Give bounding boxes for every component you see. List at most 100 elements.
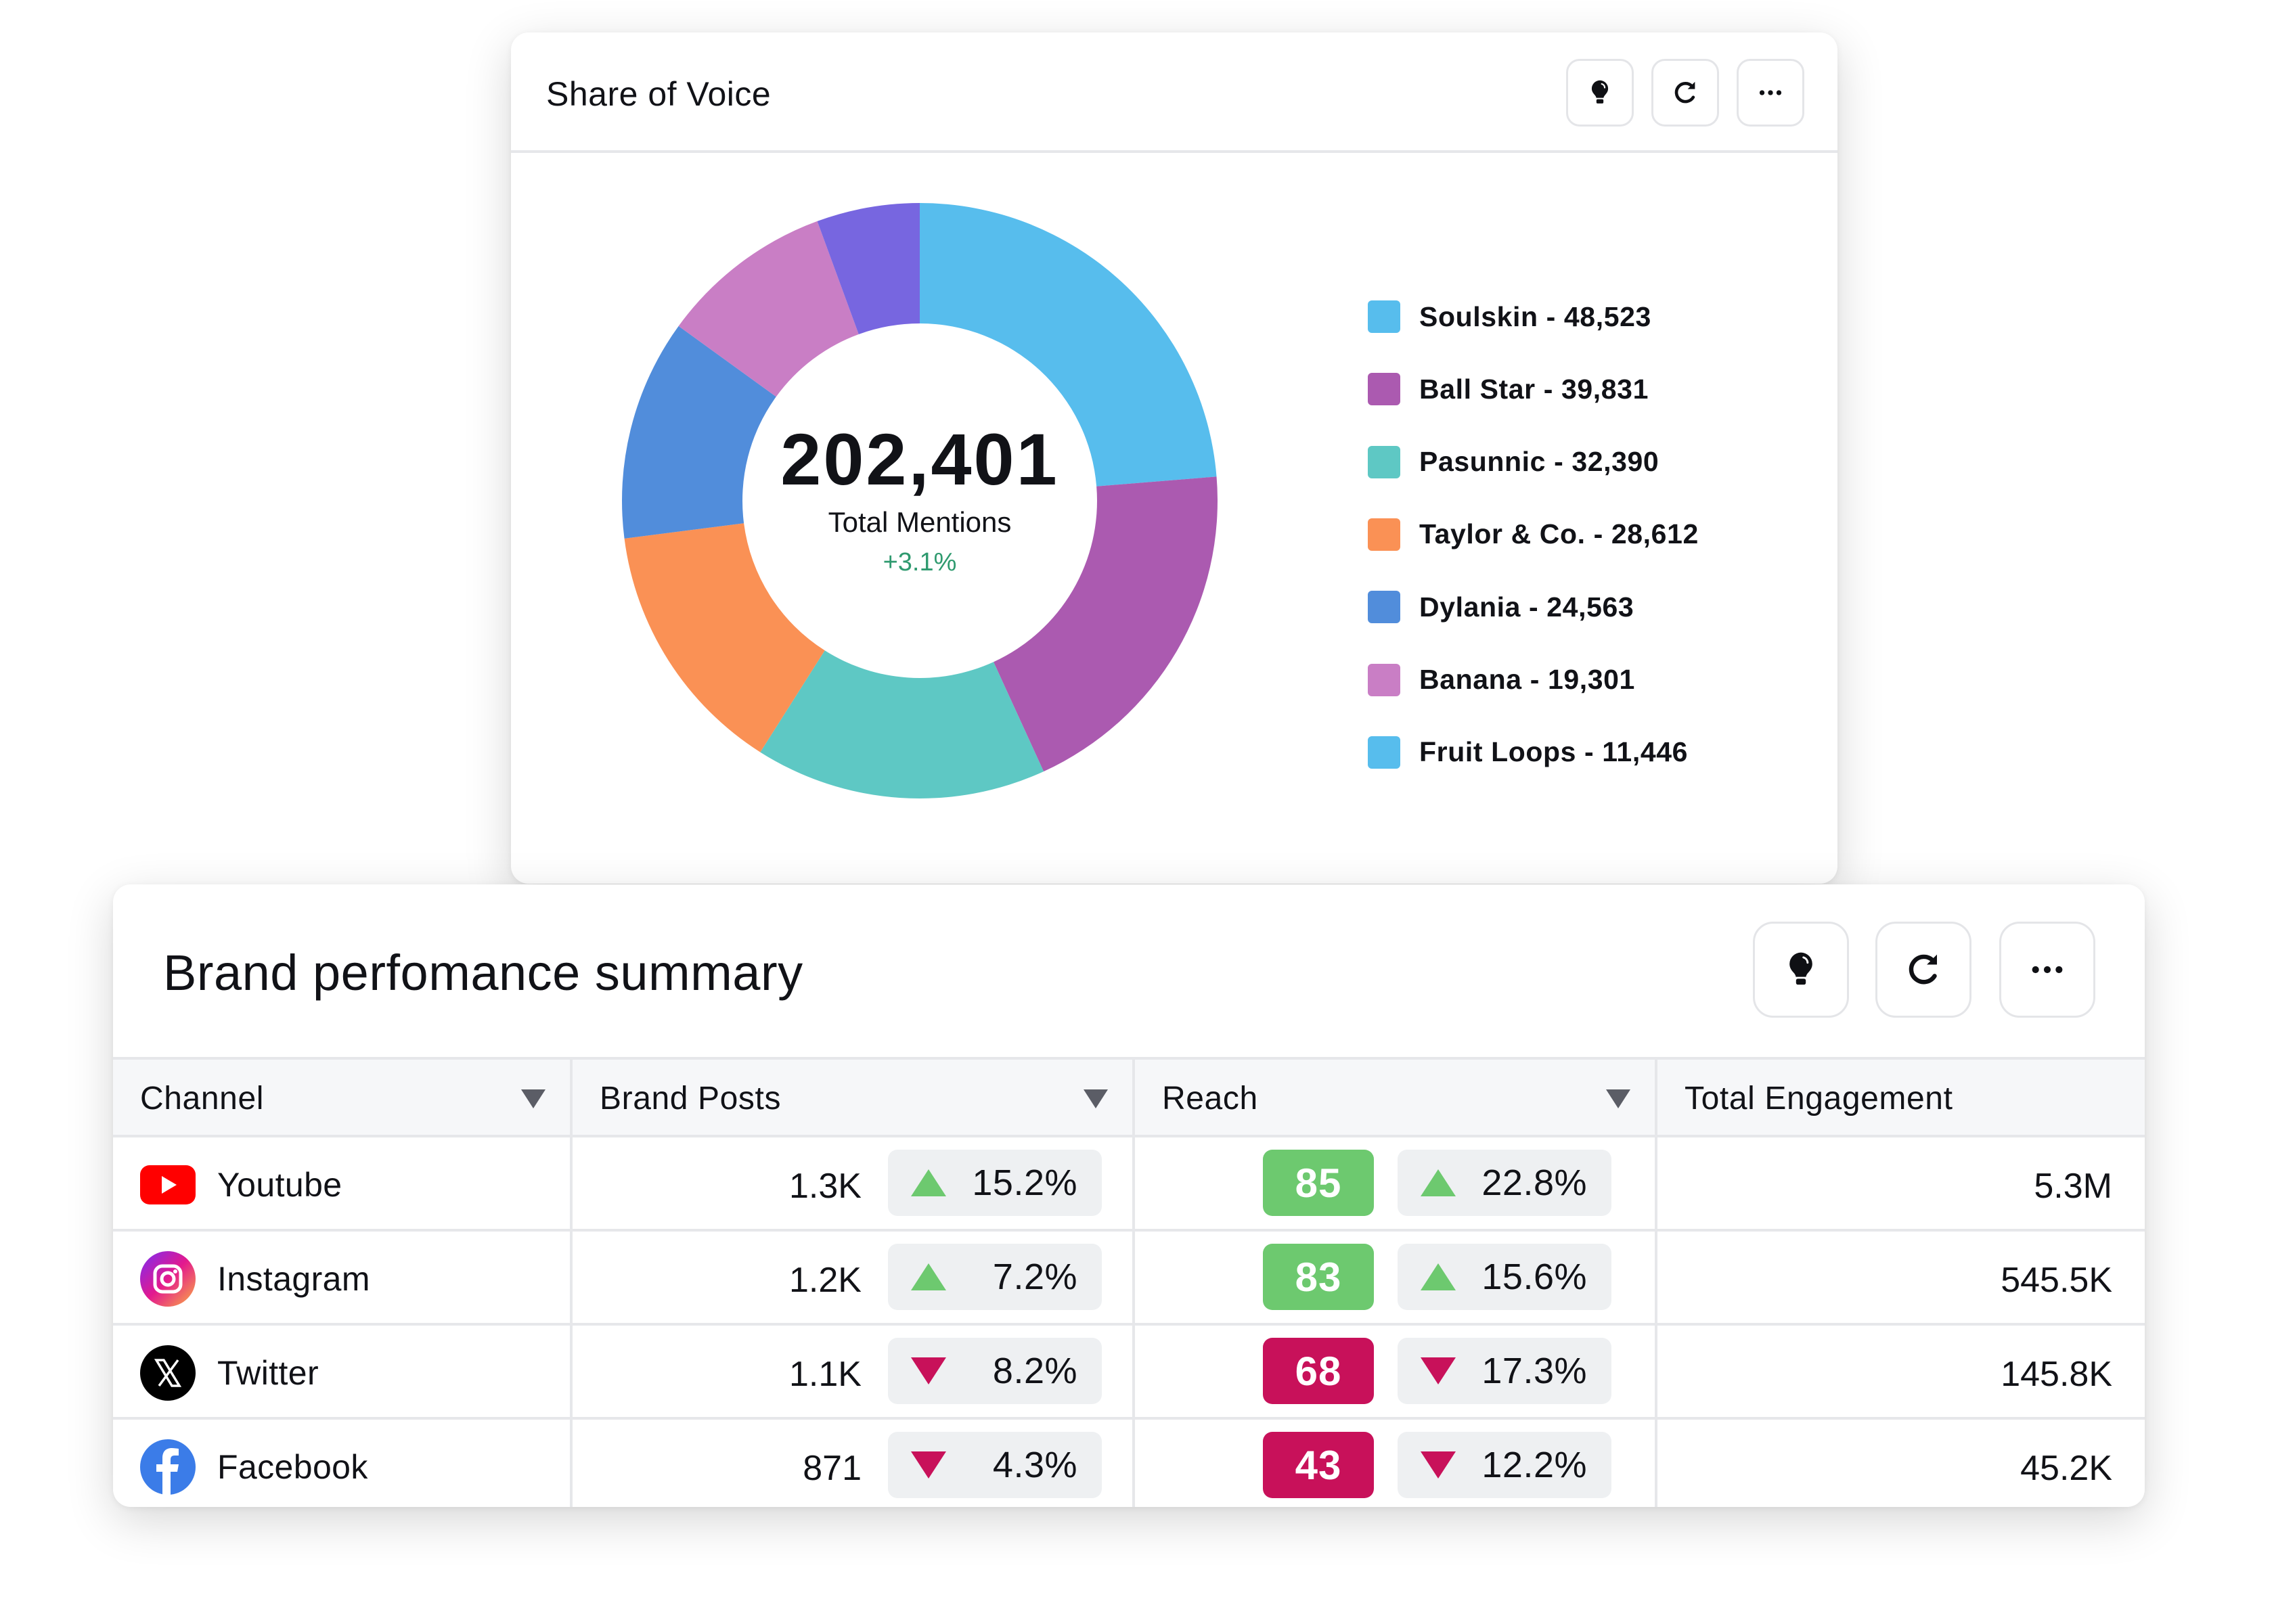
sort-caret-icon[interactable] <box>1606 1089 1630 1108</box>
total-engagement-value: 545.5K <box>2001 1261 2112 1300</box>
trend-up-icon <box>911 1263 946 1290</box>
cell-reach: 43 12.2% <box>1132 1417 1657 1507</box>
insights-button[interactable] <box>1753 922 1849 1018</box>
brand-posts-value: 871 <box>803 1449 862 1488</box>
trend-down-icon <box>911 1357 946 1384</box>
legend-swatch <box>1368 663 1400 696</box>
legend-item[interactable]: Taylor & Co. - 28,612 <box>1368 518 1699 551</box>
reach-change: 12.2% <box>1481 1445 1587 1485</box>
reach-score-badge: 85 <box>1263 1150 1374 1216</box>
trend-up-icon <box>911 1169 946 1196</box>
share-of-voice-card: Share of Voice 202,401 Total Mentions +3… <box>511 32 1837 884</box>
channel[interactable]: Twitter <box>140 1345 319 1401</box>
instagram-icon <box>140 1251 196 1307</box>
cell-channel: Twitter <box>113 1323 573 1420</box>
cell-total-engagement: 145.8K <box>1655 1323 2145 1420</box>
legend-swatch <box>1368 300 1400 333</box>
column-label: Channel <box>140 1081 265 1116</box>
youtube-icon <box>140 1163 196 1206</box>
column-header-total-engagement[interactable]: Total Engagement <box>1655 1057 2145 1137</box>
column-label: Brand Posts <box>600 1081 782 1116</box>
legend-item[interactable]: Dylania - 24,563 <box>1368 591 1634 624</box>
channel-name: Facebook <box>217 1448 368 1486</box>
sort-caret-icon[interactable] <box>1084 1089 1108 1108</box>
total-mentions-change: +3.1% <box>883 548 957 577</box>
table-row[interactable]: Facebook 871 4.3% 43 12.2% 45.2K <box>113 1417 2145 1507</box>
cell-reach: 68 17.3% <box>1132 1323 1657 1420</box>
trend-down-icon <box>1421 1451 1456 1479</box>
reach-score-badge: 68 <box>1263 1338 1374 1404</box>
facebook-icon <box>140 1439 196 1495</box>
legend-swatch <box>1368 736 1400 769</box>
reach-change: 15.6% <box>1481 1257 1587 1297</box>
legend-label: Banana - 19,301 <box>1419 664 1635 695</box>
channel-name: Youtube <box>217 1166 342 1204</box>
brand-posts-change: 15.2% <box>972 1163 1077 1203</box>
more-horizontal-icon <box>2032 966 2063 974</box>
cell-reach: 83 15.6% <box>1132 1229 1657 1326</box>
column-header-brand-posts[interactable]: Brand Posts <box>570 1057 1135 1137</box>
performance-table: Channel Brand Posts Reach Total Engageme… <box>113 1057 2145 1507</box>
legend-item[interactable]: Ball Star - 39,831 <box>1368 373 1649 406</box>
reach-score-badge: 83 <box>1263 1244 1374 1310</box>
legend-swatch <box>1368 445 1400 478</box>
brand-posts-change-badge: 7.2% <box>888 1244 1102 1310</box>
cell-total-engagement: 545.5K <box>1655 1229 2145 1326</box>
cell-brand-posts: 1.2K 7.2% <box>570 1229 1135 1326</box>
total-engagement-value: 45.2K <box>2020 1449 2112 1488</box>
brand-posts-change-badge: 8.2% <box>888 1338 1102 1404</box>
more-options-button[interactable] <box>1999 922 2095 1018</box>
trend-up-icon <box>1421 1169 1456 1196</box>
legend-label: Pasunnic - 32,390 <box>1419 446 1659 478</box>
brand-posts-change-badge: 4.3% <box>888 1432 1102 1498</box>
legend-label: Dylania - 24,563 <box>1419 591 1634 623</box>
reach-change-badge: 17.3% <box>1398 1338 1611 1404</box>
trend-down-icon <box>911 1451 946 1479</box>
legend-label: Fruit Loops - 11,446 <box>1419 736 1689 768</box>
column-label: Total Engagement <box>1685 1081 1953 1116</box>
legend-item[interactable]: Soulskin - 48,523 <box>1368 300 1651 333</box>
reach-change-badge: 12.2% <box>1398 1432 1611 1498</box>
total-engagement-value: 145.8K <box>2001 1355 2112 1394</box>
reach-change: 17.3% <box>1481 1351 1587 1391</box>
card-title: Brand perfomance summary <box>163 945 803 1001</box>
column-header-channel[interactable]: Channel <box>113 1057 573 1137</box>
legend-label: Taylor & Co. - 28,612 <box>1419 518 1699 550</box>
brand-posts-change-badge: 15.2% <box>888 1150 1102 1216</box>
legend-swatch <box>1368 518 1400 551</box>
x-twitter-icon <box>140 1345 196 1401</box>
channel[interactable]: Facebook <box>140 1439 368 1495</box>
reach-change-badge: 22.8% <box>1398 1150 1611 1216</box>
legend-swatch <box>1368 591 1400 624</box>
cell-total-engagement: 5.3M <box>1655 1135 2145 1232</box>
channel[interactable]: Instagram <box>140 1251 370 1307</box>
legend-item[interactable]: Fruit Loops - 11,446 <box>1368 736 1688 769</box>
trend-up-icon <box>1421 1263 1456 1290</box>
reach-score-badge: 43 <box>1263 1432 1374 1498</box>
cell-reach: 85 22.8% <box>1132 1135 1657 1232</box>
reach-change-badge: 15.6% <box>1398 1244 1611 1310</box>
total-engagement-value: 5.3M <box>2034 1167 2112 1206</box>
reach-change: 22.8% <box>1481 1163 1587 1203</box>
brand-posts-change: 8.2% <box>992 1351 1077 1391</box>
legend-item[interactable]: Banana - 19,301 <box>1368 663 1635 696</box>
legend-item[interactable]: Pasunnic - 32,390 <box>1368 445 1659 478</box>
cell-channel: Youtube <box>113 1135 573 1232</box>
legend-label: Soulskin - 48,523 <box>1419 300 1651 332</box>
column-header-reach[interactable]: Reach <box>1132 1057 1657 1137</box>
channel[interactable]: Youtube <box>140 1163 342 1206</box>
table-row[interactable]: Youtube 1.3K 15.2% 85 22.8% 5.3M <box>113 1135 2145 1232</box>
brand-posts-change: 4.3% <box>992 1445 1077 1485</box>
table-row[interactable]: Twitter 1.1K 8.2% 68 17.3% 145.8K <box>113 1323 2145 1420</box>
brand-performance-card: Brand perfomance summary Channel Brand P… <box>113 884 2145 1507</box>
brand-posts-value: 1.2K <box>789 1261 862 1300</box>
refresh-button[interactable] <box>1875 922 1971 1018</box>
sort-caret-icon[interactable] <box>521 1089 545 1108</box>
channel-name: Instagram <box>217 1260 370 1298</box>
total-mentions-label: Total Mentions <box>828 506 1012 538</box>
table-row[interactable]: Instagram 1.2K 7.2% 83 15.6% 545.5K <box>113 1229 2145 1326</box>
total-mentions-value: 202,401 <box>780 418 1059 500</box>
cell-total-engagement: 45.2K <box>1655 1417 2145 1507</box>
cell-channel: Facebook <box>113 1417 573 1507</box>
cell-brand-posts: 1.1K 8.2% <box>570 1323 1135 1420</box>
